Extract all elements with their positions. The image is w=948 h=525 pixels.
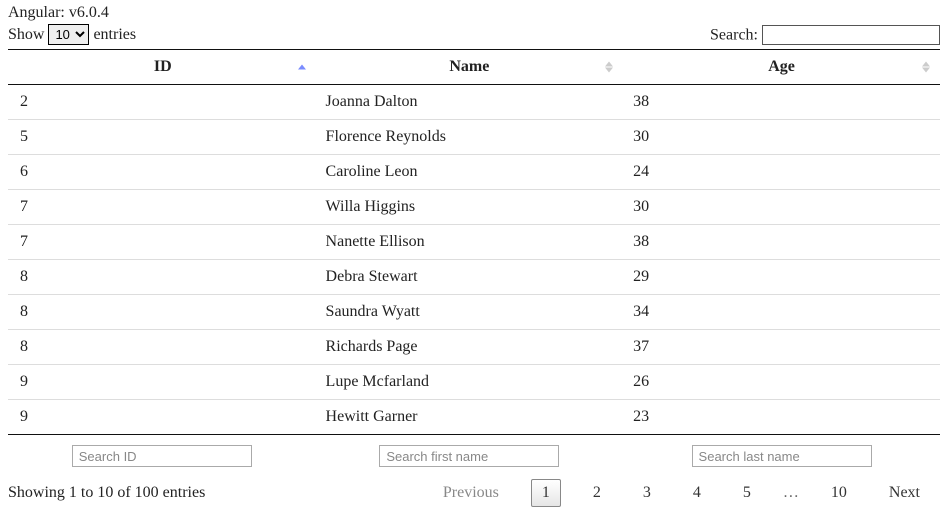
table-controls-row: Show 10 entries Search: <box>8 24 940 45</box>
cell-name: Richards Page <box>316 330 624 365</box>
version-label: Angular: v6.0.4 <box>8 4 940 22</box>
table-row: 8Richards Page37 <box>8 330 940 365</box>
page-last[interactable]: 10 <box>821 480 857 506</box>
cell-name: Debra Stewart <box>316 260 624 295</box>
cell-age: 24 <box>623 155 940 190</box>
search-input[interactable] <box>762 25 940 45</box>
cell-age: 29 <box>623 260 940 295</box>
cell-id: 7 <box>8 225 316 260</box>
cell-age: 30 <box>623 120 940 155</box>
column-header-age-label: Age <box>768 58 795 75</box>
page-1[interactable]: 1 <box>531 479 561 507</box>
cell-id: 8 <box>8 330 316 365</box>
cell-id: 8 <box>8 260 316 295</box>
sort-both-icon <box>922 62 930 73</box>
cell-age: 23 <box>623 400 940 435</box>
length-select[interactable]: 10 <box>48 24 89 45</box>
sort-both-icon <box>605 62 613 73</box>
page-5[interactable]: 5 <box>733 480 761 506</box>
table-row: 2Joanna Dalton38 <box>8 85 940 120</box>
cell-age: 38 <box>623 85 940 120</box>
length-suffix: entries <box>93 26 136 43</box>
table-info: Showing 1 to 10 of 100 entries <box>8 484 205 502</box>
cell-age: 37 <box>623 330 940 365</box>
cell-id: 8 <box>8 295 316 330</box>
table-row: 8Debra Stewart29 <box>8 260 940 295</box>
cell-id: 7 <box>8 190 316 225</box>
paginator: Previous 1 2 3 4 5 … 10 Next <box>433 479 940 507</box>
column-header-name-label: Name <box>449 58 489 75</box>
table-row: 9Hewitt Garner23 <box>8 400 940 435</box>
cell-age: 38 <box>623 225 940 260</box>
cell-name: Lupe Mcfarland <box>316 365 624 400</box>
cell-age: 30 <box>623 190 940 225</box>
global-search: Search: <box>710 25 940 45</box>
table-row: 7Willa Higgins30 <box>8 190 940 225</box>
cell-name: Saundra Wyatt <box>316 295 624 330</box>
cell-name: Hewitt Garner <box>316 400 624 435</box>
filter-id-input[interactable] <box>72 445 252 467</box>
column-header-id[interactable]: ID <box>8 50 316 85</box>
cell-name: Joanna Dalton <box>316 85 624 120</box>
length-menu: Show 10 entries <box>8 24 136 45</box>
cell-id: 6 <box>8 155 316 190</box>
table-row: 8Saundra Wyatt34 <box>8 295 940 330</box>
filter-age-input[interactable] <box>692 445 872 467</box>
column-header-id-label: ID <box>154 58 172 75</box>
cell-age: 26 <box>623 365 940 400</box>
page-3[interactable]: 3 <box>633 480 661 506</box>
cell-id: 2 <box>8 85 316 120</box>
table-footer-row: Showing 1 to 10 of 100 entries Previous … <box>8 479 940 507</box>
cell-id: 9 <box>8 365 316 400</box>
cell-name: Willa Higgins <box>316 190 624 225</box>
length-prefix: Show <box>8 26 44 43</box>
search-label: Search: <box>710 26 758 43</box>
cell-id: 5 <box>8 120 316 155</box>
page-next[interactable]: Next <box>879 480 930 506</box>
table-row: 6Caroline Leon24 <box>8 155 940 190</box>
cell-id: 9 <box>8 400 316 435</box>
column-header-age[interactable]: Age <box>623 50 940 85</box>
cell-name: Caroline Leon <box>316 155 624 190</box>
column-header-name[interactable]: Name <box>316 50 624 85</box>
page-4[interactable]: 4 <box>683 480 711 506</box>
page-2[interactable]: 2 <box>583 480 611 506</box>
data-table: ID Name Age 2Joanna Dalton385Florence Re… <box>8 49 940 473</box>
cell-name: Nanette Ellison <box>316 225 624 260</box>
page-previous[interactable]: Previous <box>433 480 509 506</box>
filter-name-input[interactable] <box>379 445 559 467</box>
table-row: 7Nanette Ellison38 <box>8 225 940 260</box>
table-row: 5Florence Reynolds30 <box>8 120 940 155</box>
cell-age: 34 <box>623 295 940 330</box>
page-ellipsis: … <box>783 484 799 502</box>
cell-name: Florence Reynolds <box>316 120 624 155</box>
table-row: 9Lupe Mcfarland26 <box>8 365 940 400</box>
sort-asc-icon <box>298 65 306 70</box>
